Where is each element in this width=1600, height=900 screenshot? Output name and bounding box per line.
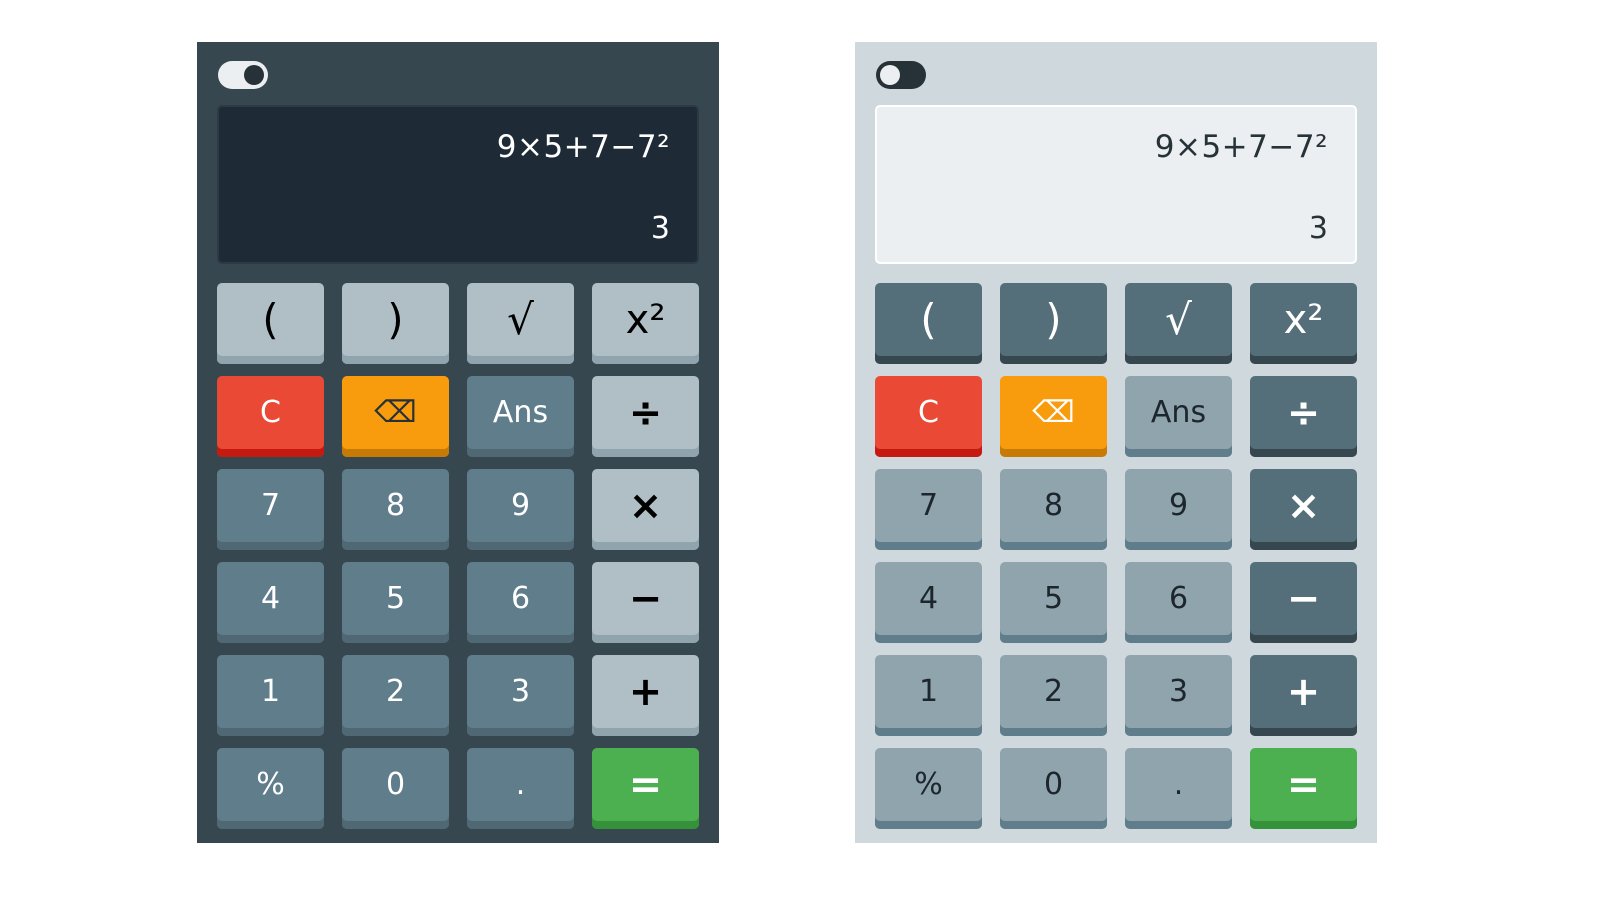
theme-toggle[interactable] — [218, 61, 268, 89]
calculator-dark-theme: 9×5+7−7² 3 ( ) √ x² C ⌫ Ans ÷ 7 8 9 × 4 … — [197, 42, 719, 843]
divide-button[interactable]: ÷ — [592, 376, 699, 457]
calculator-light-theme: 9×5+7−7² 3 ( ) √ x² C ⌫ Ans ÷ 7 8 9 × 4 … — [855, 42, 1377, 843]
ans-button[interactable]: Ans — [1125, 376, 1232, 457]
equals-button[interactable]: = — [592, 748, 699, 829]
close-paren-button[interactable]: ) — [342, 283, 449, 364]
digit-3-button[interactable]: 3 — [1125, 655, 1232, 736]
decimal-button[interactable]: . — [1125, 748, 1232, 829]
open-paren-button[interactable]: ( — [875, 283, 982, 364]
digit-9-button[interactable]: 9 — [467, 469, 574, 550]
digit-9-button[interactable]: 9 — [1125, 469, 1232, 550]
clear-button[interactable]: C — [875, 376, 982, 457]
toggle-knob — [880, 65, 900, 85]
digit-2-button[interactable]: 2 — [342, 655, 449, 736]
close-paren-button[interactable]: ) — [1000, 283, 1107, 364]
equals-button[interactable]: = — [1250, 748, 1357, 829]
expression-text: 9×5+7−7² — [1154, 129, 1328, 165]
square-button[interactable]: x² — [592, 283, 699, 364]
minus-button[interactable]: − — [1250, 562, 1357, 643]
decimal-button[interactable]: . — [467, 748, 574, 829]
plus-button[interactable]: + — [592, 655, 699, 736]
square-button[interactable]: x² — [1250, 283, 1357, 364]
digit-8-button[interactable]: 8 — [342, 469, 449, 550]
result-text: 3 — [1308, 211, 1328, 246]
keypad: ( ) √ x² C ⌫ Ans ÷ 7 8 9 × 4 5 6 − 1 2 3… — [217, 283, 699, 829]
digit-7-button[interactable]: 7 — [875, 469, 982, 550]
digit-3-button[interactable]: 3 — [467, 655, 574, 736]
digit-1-button[interactable]: 1 — [875, 655, 982, 736]
digit-4-button[interactable]: 4 — [217, 562, 324, 643]
multiply-button[interactable]: × — [1250, 469, 1357, 550]
digit-7-button[interactable]: 7 — [217, 469, 324, 550]
theme-toggle[interactable] — [876, 61, 926, 89]
digit-5-button[interactable]: 5 — [1000, 562, 1107, 643]
minus-button[interactable]: − — [592, 562, 699, 643]
expression-text: 9×5+7−7² — [496, 129, 670, 165]
backspace-button[interactable]: ⌫ — [1000, 376, 1107, 457]
result-text: 3 — [650, 211, 670, 246]
percent-button[interactable]: % — [875, 748, 982, 829]
percent-button[interactable]: % — [217, 748, 324, 829]
sqrt-button[interactable]: √ — [467, 283, 574, 364]
digit-8-button[interactable]: 8 — [1000, 469, 1107, 550]
digit-1-button[interactable]: 1 — [217, 655, 324, 736]
digit-2-button[interactable]: 2 — [1000, 655, 1107, 736]
keypad: ( ) √ x² C ⌫ Ans ÷ 7 8 9 × 4 5 6 − 1 2 3… — [875, 283, 1357, 829]
toggle-knob — [244, 65, 264, 85]
backspace-button[interactable]: ⌫ — [342, 376, 449, 457]
sqrt-button[interactable]: √ — [1125, 283, 1232, 364]
digit-0-button[interactable]: 0 — [1000, 748, 1107, 829]
digit-6-button[interactable]: 6 — [1125, 562, 1232, 643]
clear-button[interactable]: C — [217, 376, 324, 457]
multiply-button[interactable]: × — [592, 469, 699, 550]
divide-button[interactable]: ÷ — [1250, 376, 1357, 457]
digit-4-button[interactable]: 4 — [875, 562, 982, 643]
open-paren-button[interactable]: ( — [217, 283, 324, 364]
display-screen: 9×5+7−7² 3 — [875, 105, 1357, 264]
ans-button[interactable]: Ans — [467, 376, 574, 457]
digit-5-button[interactable]: 5 — [342, 562, 449, 643]
digit-6-button[interactable]: 6 — [467, 562, 574, 643]
display-screen: 9×5+7−7² 3 — [217, 105, 699, 264]
plus-button[interactable]: + — [1250, 655, 1357, 736]
digit-0-button[interactable]: 0 — [342, 748, 449, 829]
